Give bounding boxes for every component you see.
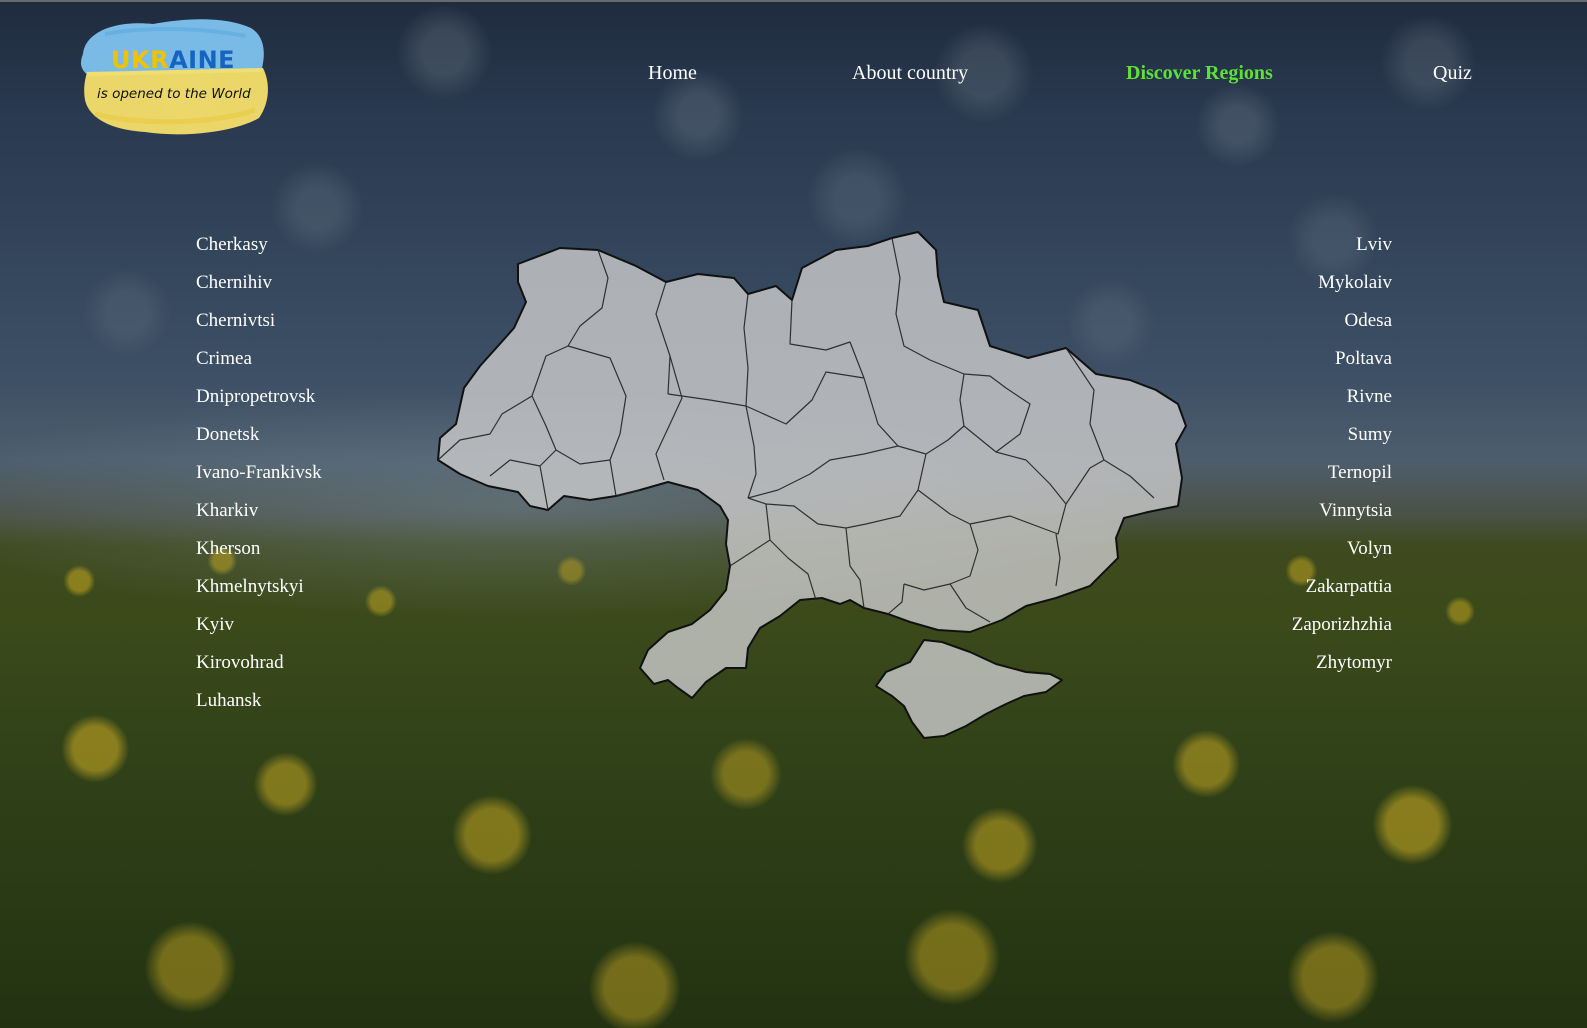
region-link-vinnytsia[interactable]: Vinnytsia [1182, 498, 1392, 536]
region-link-dnipropetrovsk[interactable]: Dnipropetrovsk [196, 384, 322, 422]
region-link-kyiv[interactable]: Kyiv [196, 612, 322, 650]
region-link-chernivtsi[interactable]: Chernivtsi [196, 308, 322, 346]
region-link-lviv[interactable]: Lviv [1182, 232, 1392, 270]
region-link-cherkasy[interactable]: Cherkasy [196, 232, 322, 270]
region-link-kirovohrad[interactable]: Kirovohrad [196, 650, 322, 688]
region-link-ternopil[interactable]: Ternopil [1182, 460, 1392, 498]
region-link-volyn[interactable]: Volyn [1182, 536, 1392, 574]
region-link-kharkiv[interactable]: Kharkiv [196, 498, 322, 536]
region-link-odesa[interactable]: Odesa [1182, 308, 1392, 346]
region-link-zhytomyr[interactable]: Zhytomyr [1182, 650, 1392, 688]
region-link-luhansk[interactable]: Luhansk [196, 688, 322, 726]
main-nav: Home About country Discover Regions Quiz [0, 62, 1587, 92]
nav-home[interactable]: Home [648, 62, 697, 85]
ukraine-mainland-outline [437, 231, 1187, 699]
region-link-zaporizhzhia[interactable]: Zaporizhzhia [1182, 612, 1392, 650]
nav-quiz[interactable]: Quiz [1433, 62, 1472, 85]
region-link-donetsk[interactable]: Donetsk [196, 422, 322, 460]
region-link-rivne[interactable]: Rivne [1182, 384, 1392, 422]
region-link-chernihiv[interactable]: Chernihiv [196, 270, 322, 308]
top-divider [0, 0, 1587, 2]
region-list-right: Lviv Mykolaiv Odesa Poltava Rivne Sumy T… [1182, 232, 1392, 688]
region-link-mykolaiv[interactable]: Mykolaiv [1182, 270, 1392, 308]
region-link-poltava[interactable]: Poltava [1182, 346, 1392, 384]
discover-regions-page: UKRAINE is opened to the World Home Abou… [0, 0, 1587, 1028]
nav-discover-regions[interactable]: Discover Regions [1126, 62, 1273, 85]
region-link-sumy[interactable]: Sumy [1182, 422, 1392, 460]
region-list-left: Cherkasy Chernihiv Chernivtsi Crimea Dni… [196, 232, 322, 726]
region-link-khmelnytskyi[interactable]: Khmelnytskyi [196, 574, 322, 612]
region-link-crimea[interactable]: Crimea [196, 346, 322, 384]
region-link-kherson[interactable]: Kherson [196, 536, 322, 574]
region-link-ivano-frankivsk[interactable]: Ivano-Frankivsk [196, 460, 322, 498]
nav-about-country[interactable]: About country [852, 62, 968, 85]
region-link-zakarpattia[interactable]: Zakarpattia [1182, 574, 1392, 612]
crimea-outline [875, 639, 1063, 739]
ukraine-regions-map[interactable] [430, 228, 1210, 758]
